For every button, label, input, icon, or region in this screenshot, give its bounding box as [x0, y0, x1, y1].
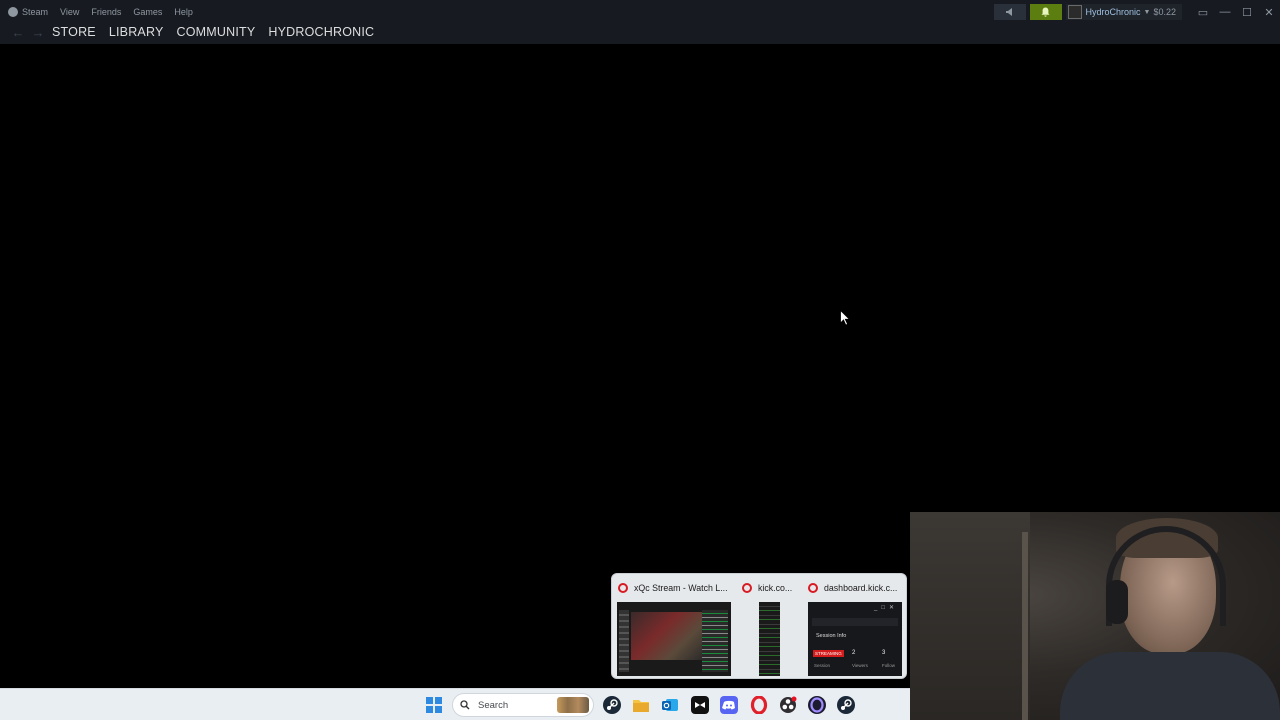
webcam-door-frame: [1022, 532, 1028, 720]
wallet-balance: $0.22: [1153, 7, 1176, 17]
menu-friends[interactable]: Friends: [91, 7, 121, 17]
mouse-cursor-icon: [840, 310, 850, 326]
webcam-overlay: [910, 512, 1280, 720]
opera-icon: [618, 583, 628, 593]
steam-titlebar: Steam View Friends Games Help ← → STORE …: [0, 0, 1280, 44]
file-explorer-icon[interactable]: [632, 696, 650, 714]
webcam-headphone-cup: [1106, 580, 1128, 624]
big-picture-icon[interactable]: ▭: [1192, 6, 1214, 19]
menu-steam-label: Steam: [22, 6, 49, 17]
obs-icon[interactable]: [779, 696, 797, 714]
windows-start-icon[interactable]: [425, 696, 443, 714]
forward-arrow-icon[interactable]: →: [28, 25, 48, 40]
search-label: Search: [478, 699, 509, 711]
dashboard-col-session: Session: [814, 663, 831, 668]
dashboard-status-badge: STREAMING: [813, 650, 844, 657]
minimize-icon[interactable]: —: [1214, 6, 1236, 18]
bell-icon: [1041, 7, 1050, 17]
dashboard-window-controls: _□✕: [874, 605, 898, 611]
steam-icon[interactable]: [837, 696, 855, 714]
stream-sidebar-preview: [619, 610, 629, 672]
thumbnail-header[interactable]: kick.co...: [742, 581, 800, 595]
opera-gx-icon[interactable]: [808, 696, 826, 714]
taskbar-thumbnail-popup: xQc Stream - Watch L... kick.co... dashb…: [611, 573, 907, 679]
discord-icon[interactable]: [720, 696, 738, 714]
thumbnail-title: dashboard.kick.c...: [824, 583, 898, 593]
search-highlight-image: [557, 697, 589, 713]
opera-icon: [808, 583, 818, 593]
opera-icon[interactable]: [750, 695, 768, 715]
tab-profile[interactable]: HYDROCHRONIC: [268, 25, 374, 39]
titlebar-controls: HydroChronic ▼ $0.22 ▭ — ☐ ✕: [993, 2, 1280, 22]
dashboard-toolbar: [812, 618, 898, 626]
menu-steam[interactable]: Steam: [8, 7, 48, 18]
dashboard-col-follows: Follow: [882, 663, 896, 668]
window-thumbnail-dashboard[interactable]: _□✕ Session Info STREAMING 2 3 Session V…: [808, 602, 902, 676]
steam-logo-icon: [8, 7, 18, 18]
announcements-button[interactable]: [993, 4, 1026, 20]
menu-bar: Steam View Friends Games Help: [8, 4, 193, 20]
webcam-person-body: [1060, 652, 1280, 720]
opera-icon: [742, 583, 752, 593]
stream-video-preview: [631, 612, 703, 660]
back-arrow-icon[interactable]: ←: [8, 25, 28, 40]
thumbnail-header[interactable]: dashboard.kick.c...: [808, 581, 904, 595]
menu-games[interactable]: Games: [133, 7, 162, 17]
outlook-icon[interactable]: [661, 696, 679, 714]
account-menu[interactable]: HydroChronic ▼ $0.22: [1065, 4, 1182, 20]
window-thumbnail-kick[interactable]: [759, 602, 780, 676]
tab-community[interactable]: COMMUNITY: [177, 25, 256, 39]
windows-taskbar: Search: [0, 688, 910, 720]
dashboard-viewers-count: 2: [852, 650, 856, 656]
window-thumbnail-stream[interactable]: [617, 602, 731, 676]
notifications-button[interactable]: [1029, 4, 1062, 20]
capcut-icon[interactable]: [691, 696, 709, 714]
avatar: [1067, 5, 1082, 19]
tab-store[interactable]: STORE: [52, 25, 96, 39]
dashboard-session-label: Session Info: [816, 633, 847, 639]
tab-library[interactable]: LIBRARY: [109, 25, 164, 39]
maximize-icon[interactable]: ☐: [1236, 6, 1258, 19]
taskbar-search[interactable]: Search: [452, 693, 594, 717]
chevron-down-icon: ▼: [1143, 8, 1151, 16]
stream-chat-preview: [702, 610, 728, 672]
thumbnail-header[interactable]: xQc Stream - Watch L...: [618, 581, 738, 595]
webcam-wall: [910, 512, 1030, 720]
menu-help[interactable]: Help: [174, 7, 193, 17]
steam-icon[interactable]: [603, 696, 621, 714]
dashboard-followers-count: 3: [882, 650, 886, 656]
search-icon: [460, 700, 470, 710]
megaphone-icon: [1005, 8, 1012, 16]
thumbnail-title: kick.co...: [758, 583, 793, 593]
dashboard-col-viewers: Viewers: [852, 663, 868, 668]
menu-view[interactable]: View: [60, 7, 79, 17]
close-icon[interactable]: ✕: [1258, 6, 1280, 19]
thumbnail-title: xQc Stream - Watch L...: [634, 583, 728, 593]
main-nav: ← → STORE LIBRARY COMMUNITY HYDROCHRONIC: [8, 22, 375, 42]
account-name: HydroChronic: [1085, 7, 1141, 17]
